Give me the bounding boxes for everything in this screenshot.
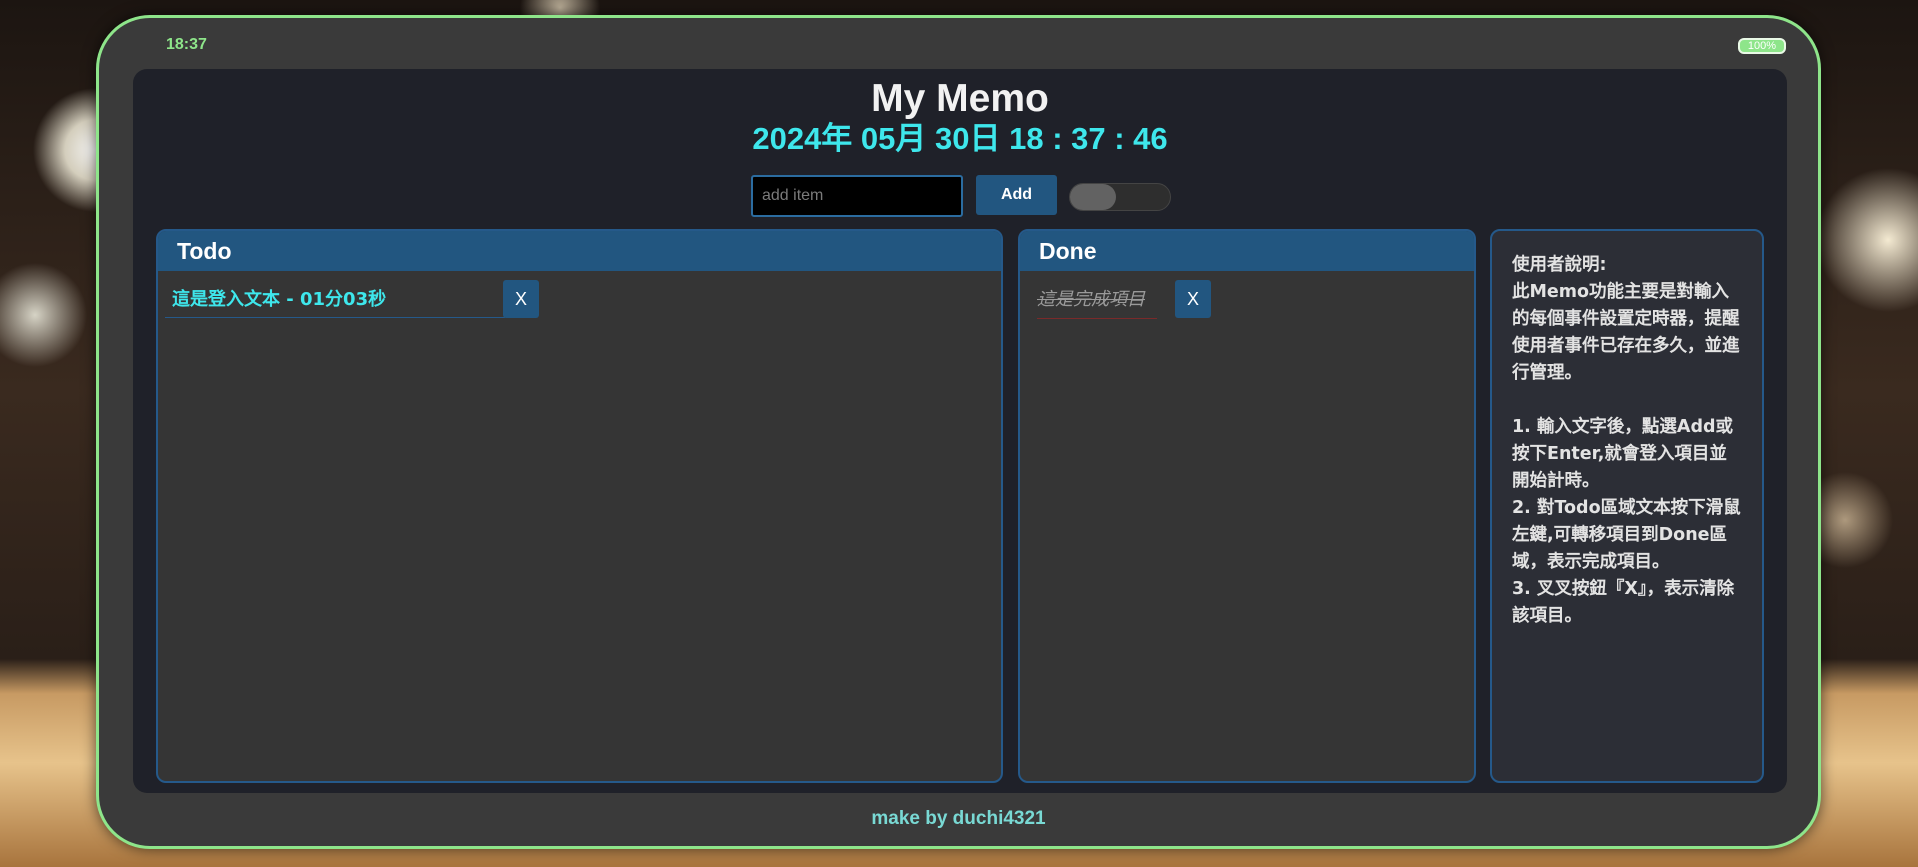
add-button[interactable]: Add xyxy=(976,175,1057,215)
status-time: 18:37 xyxy=(166,36,207,53)
date-time-clock: 2024年 05月 30日 18 : 37 : 46 xyxy=(752,121,1168,156)
add-item-input[interactable] xyxy=(751,175,963,217)
done-panel: Done 這是完成項目 X xyxy=(1018,229,1476,783)
todo-item[interactable]: 這是登入文本 - 01分03秒 xyxy=(165,281,505,318)
done-delete-button[interactable]: X xyxy=(1175,280,1211,318)
todo-header: Todo xyxy=(158,231,1001,271)
done-header: Done xyxy=(1020,231,1474,271)
device-frame: 18:37 100% My Memo 2024年 05月 30日 18 : 37… xyxy=(96,15,1821,849)
app-screen: My Memo 2024年 05月 30日 18 : 37 : 46 Add T… xyxy=(133,69,1787,793)
help-text: 使用者說明: 此Memo功能主要是對輸入的每個事件設置定時器，提醒使用者事件已存… xyxy=(1512,255,1741,626)
theme-toggle[interactable] xyxy=(1069,183,1171,211)
todo-delete-button[interactable]: X xyxy=(503,280,539,318)
app-title: My Memo xyxy=(871,77,1049,120)
done-item[interactable]: 這是完成項目 xyxy=(1037,281,1157,319)
toggle-knob xyxy=(1070,184,1116,210)
footer-credit: make by duchi4321 xyxy=(871,808,1046,829)
todo-panel: Todo 這是登入文本 - 01分03秒 X xyxy=(156,229,1003,783)
battery-indicator: 100% xyxy=(1738,38,1786,54)
help-panel: 使用者說明: 此Memo功能主要是對輸入的每個事件設置定時器，提醒使用者事件已存… xyxy=(1490,229,1764,783)
